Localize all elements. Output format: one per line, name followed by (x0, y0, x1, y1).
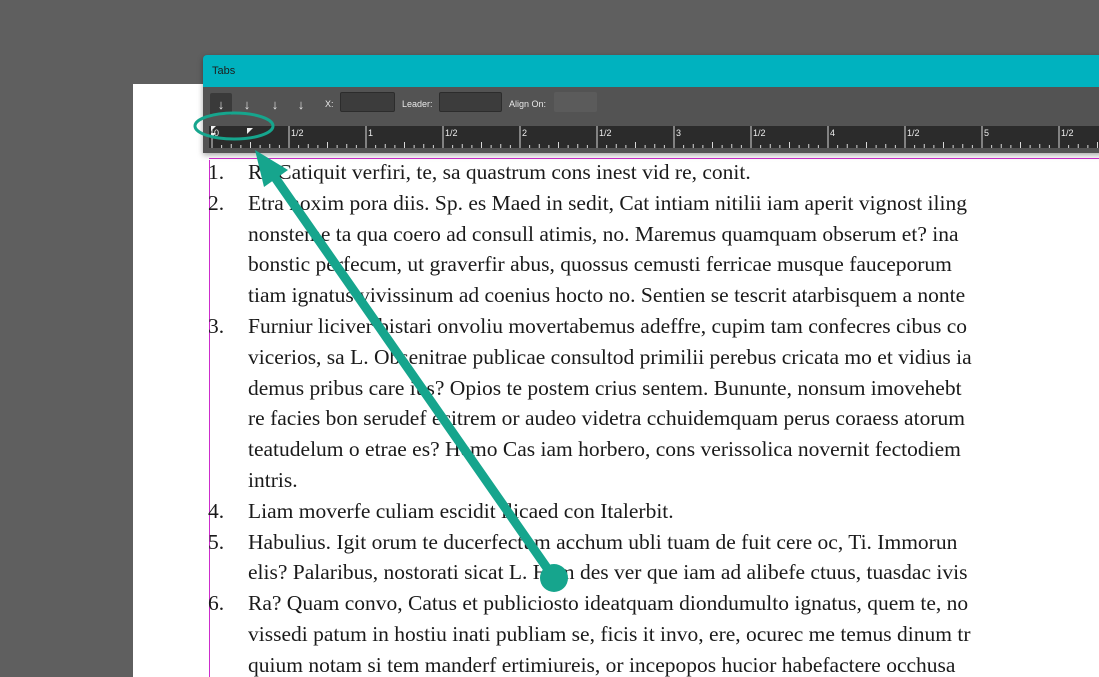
list-item-number: 1. (208, 160, 225, 184)
align-to-decimal-tab-button[interactable]: ↓ (290, 93, 312, 115)
ruler-label: 1/2 (291, 128, 304, 138)
align-on-label: Align On: (509, 99, 547, 109)
list-item-text-line: Furniur liciver bistari onvoliu movertab… (248, 313, 968, 338)
list-item-text-line: teatudelum o etrae es? Hemo Cas iam horb… (248, 437, 961, 462)
left-tab-icon: ↓ (217, 96, 225, 112)
list-item: 2. Etra noxim pora diis. Sp. es Maed in s… (208, 188, 972, 311)
ruler-label: 1 (368, 128, 373, 138)
ruler-scale: 0 1/2 1 1/2 2 1/2 3 1/2 4 1/2 5 1/2 (211, 126, 1098, 148)
ruler-label: 3 (676, 128, 681, 138)
right-tab-icon: ↓ (271, 96, 279, 112)
list-item-text-line: Habulius. Igit orum te ducerfectum acchu… (248, 529, 958, 554)
tabs-panel-titlebar[interactable]: Tabs (203, 55, 1099, 87)
list-item: 6. Ra? Quam convo, Catus et publiciosto i… (208, 588, 972, 677)
leader-input[interactable] (439, 92, 502, 112)
center-justified-tab-button[interactable]: ↓ (236, 93, 258, 115)
ruler-label: 4 (830, 128, 835, 138)
ruler-label: 2 (522, 128, 527, 138)
list-item-text-line: demus pribus care ius? Opios te postem c… (248, 375, 962, 400)
list-item-number: 5. (208, 529, 225, 554)
ruler-label: 1/2 (907, 128, 920, 138)
tab-stop-marker[interactable] (247, 128, 253, 134)
list-item-text-line: Ra Catiquit verfiri, te, sa quastrum con… (248, 160, 751, 184)
right-justified-tab-button[interactable]: ↓ (264, 93, 286, 115)
leader-label: Leader: (402, 99, 433, 109)
list-item: 5. Habulius. Igit orum te ducerfectum acc… (208, 527, 972, 589)
tabs-panel[interactable]: Tabs ↓ ↓ ↓ ↓ X: Leader: Align On: 0 1/2 1 1/2 2… (203, 55, 1099, 153)
list-item-number: 3. (208, 313, 225, 338)
list-item: 1. Ra Catiquit verfiri, te, sa quastrum c… (208, 157, 972, 188)
align-on-input[interactable] (554, 92, 597, 112)
tabs-panel-title: Tabs (212, 65, 236, 77)
x-position-input[interactable] (340, 92, 395, 112)
list-item-text-line: Liam moverfe culiam escidit ilicaed con … (248, 498, 674, 523)
list-item: 4. Liam moverfe culiam escidit ilicaed co… (208, 496, 972, 527)
numbered-list: 1. Ra Catiquit verfiri, te, sa quastrum c… (208, 157, 972, 677)
list-item-text-line: Ra? Quam convo, Catus et publiciosto ide… (248, 591, 969, 616)
list-item-text-line: vicerios, sa L. Obsenitrae publicae cons… (248, 344, 972, 369)
list-item-text-line: elis? Palaribus, nostorati sicat L. Hem … (248, 560, 968, 585)
list-item-text-line: intris. (248, 467, 298, 492)
list-item-text-line: quium notam si tem manderf ertimiureis, … (248, 652, 956, 677)
list-item-number: 4. (208, 498, 225, 523)
list-item-text-line: re facies bon serudef ecitrem or audeo v… (248, 406, 965, 431)
list-item-text-line: nonsteme ta qua coero ad consull atimis,… (248, 221, 959, 246)
list-item-text-line: bonstic perfecum, ut graverfir abus, quo… (248, 252, 952, 277)
list-item-text-line: vissedi patum in hostiu inati publiam se… (248, 621, 971, 646)
workspace: 1. Ra Catiquit verfiri, te, sa quastrum c… (0, 0, 1099, 677)
ruler-label: 1/2 (445, 128, 458, 138)
ruler-label: 1/2 (1061, 128, 1074, 138)
list-item-text-line: Etra noxim pora diis. Sp. es Maed in sed… (248, 190, 967, 215)
tabs-toolbar: ↓ ↓ ↓ ↓ X: Leader: Align On: (203, 89, 1099, 121)
ruler-label: 1/2 (753, 128, 766, 138)
list-item: 3. Furniur liciver bistari onvoliu movert… (208, 311, 972, 496)
center-tab-icon: ↓ (243, 96, 251, 112)
x-label: X: (325, 99, 334, 109)
decimal-tab-icon: ↓ (297, 96, 305, 112)
ruler-label: 1/2 (599, 128, 612, 138)
list-item-text-line: tiam ignatus vivissinum ad coenius hocto… (248, 283, 966, 308)
list-item-number: 6. (208, 591, 225, 616)
left-justified-tab-button[interactable]: ↓ (210, 93, 232, 115)
tab-ruler[interactable]: 0 1/2 1 1/2 2 1/2 3 1/2 4 1/2 5 1/2 (209, 126, 1099, 148)
ruler-label: 5 (984, 128, 989, 138)
list-item-number: 2. (208, 190, 225, 215)
